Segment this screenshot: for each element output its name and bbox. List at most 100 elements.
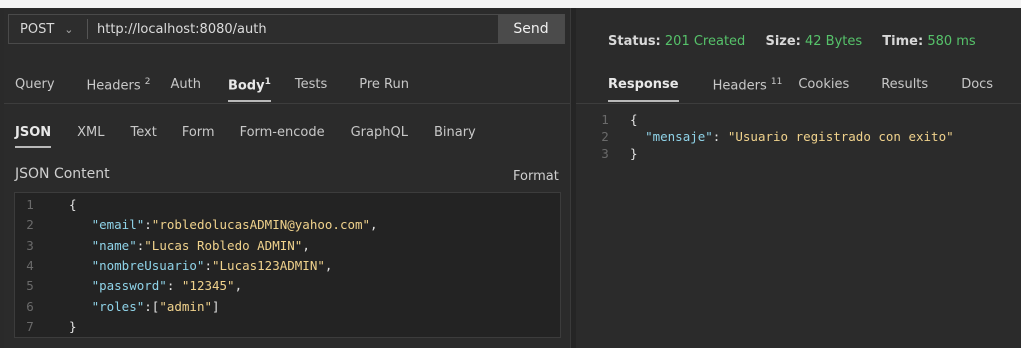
body-type-graphql[interactable]: GraphQL bbox=[351, 125, 408, 140]
json-punctuation: :[ bbox=[144, 298, 160, 314]
send-button[interactable]: Send bbox=[498, 14, 564, 44]
tab-label: Tests bbox=[294, 77, 328, 92]
code-line: 5 "password": "12345", bbox=[15, 276, 560, 296]
json-key: "password" bbox=[91, 278, 167, 294]
tab-label: Pre Run bbox=[359, 77, 409, 92]
json-punctuation: : bbox=[166, 278, 182, 294]
window-top-edge bbox=[0, 0, 1021, 8]
body-type-form-encode[interactable]: Form-encode bbox=[240, 125, 325, 140]
json-key: "roles" bbox=[91, 298, 145, 314]
url-input[interactable] bbox=[95, 15, 499, 45]
tab-docs[interactable]: Docs bbox=[961, 77, 993, 93]
json-punctuation: { bbox=[630, 112, 638, 127]
code-text: "password": "12345", bbox=[69, 276, 243, 296]
status-label: Status: bbox=[608, 34, 661, 49]
tab-tests[interactable]: Tests bbox=[295, 77, 327, 93]
json-value: "Usuario registrado con exito" bbox=[727, 129, 954, 144]
code-text: "nombreUsuario":"Lucas123ADMIN", bbox=[69, 256, 333, 276]
tab-badge: 11 bbox=[770, 77, 783, 87]
size-label: Size: bbox=[765, 34, 801, 49]
tab-results[interactable]: Results bbox=[881, 77, 928, 93]
code-line: 2 "email":"robledolucasADMIN@yahoo.com", bbox=[15, 215, 560, 235]
json-key: "nombreUsuario" bbox=[91, 257, 205, 273]
tab-auth[interactable]: Auth bbox=[171, 77, 201, 93]
code-line: 6 "roles":["admin"] bbox=[15, 297, 560, 317]
body-type-form[interactable]: Form bbox=[182, 125, 215, 140]
tab-label: Response bbox=[608, 77, 679, 92]
tab-label: Cookies bbox=[798, 77, 850, 92]
line-number: 3 bbox=[26, 237, 34, 253]
response-tabs-divider bbox=[576, 103, 1021, 104]
response-body-viewer[interactable]: 1{2 "mensaje": "Usuario registrado con e… bbox=[590, 110, 1010, 170]
tab-pre-run[interactable]: Pre Run bbox=[359, 77, 409, 93]
method-select[interactable]: POST ⌄ bbox=[9, 15, 87, 43]
json-body-editor[interactable]: 1{2 "email":"robledolucasADMIN@yahoo.com… bbox=[14, 192, 561, 338]
code-text: "email":"robledolucasADMIN@yahoo.com", bbox=[69, 215, 378, 235]
time-label: Time: bbox=[882, 34, 924, 49]
code-line: 3} bbox=[590, 144, 1010, 164]
format-button[interactable]: Format bbox=[513, 169, 559, 184]
json-value: "robledolucasADMIN@yahoo.com" bbox=[151, 217, 371, 233]
tab-query[interactable]: Query bbox=[15, 77, 55, 93]
chevron-down-icon: ⌄ bbox=[64, 22, 74, 36]
code-text: } bbox=[630, 144, 638, 164]
json-punctuation: ] bbox=[212, 298, 220, 314]
body-type-json[interactable]: JSON bbox=[15, 125, 52, 148]
code-line: 7} bbox=[15, 317, 560, 337]
line-number: 5 bbox=[26, 278, 34, 294]
response-tabs: Response Headers 11 Cookies Results Docs bbox=[608, 77, 993, 103]
code-line: 4 "nombreUsuario":"Lucas123ADMIN", bbox=[15, 256, 560, 276]
code-line: 1{ bbox=[15, 195, 560, 215]
tabs-divider bbox=[4, 103, 570, 104]
body-type-binary[interactable]: Binary bbox=[434, 125, 476, 140]
json-key: "name" bbox=[91, 237, 137, 253]
request-tabs: Query Headers 2 Auth Body1 Tests Pre Run bbox=[15, 77, 409, 103]
json-punctuation: } bbox=[630, 146, 638, 161]
json-punctuation: , bbox=[302, 237, 310, 253]
json-value: "Lucas123ADMIN" bbox=[212, 257, 325, 273]
json-key: "email" bbox=[91, 217, 145, 233]
code-text: "name":"Lucas Robledo ADMIN", bbox=[69, 236, 310, 256]
status-value: 201 Created bbox=[664, 34, 746, 49]
json-value: "12345" bbox=[181, 278, 235, 294]
url-bar: POST ⌄ Send bbox=[8, 14, 565, 45]
json-value: "admin" bbox=[159, 298, 213, 314]
tab-body[interactable]: Body1 bbox=[227, 77, 271, 103]
json-punctuation: : bbox=[712, 129, 728, 144]
code-text: "roles":["admin"] bbox=[69, 297, 220, 317]
tab-label: Headers bbox=[712, 78, 767, 94]
tab-label: Results bbox=[881, 77, 929, 92]
tab-headers[interactable]: Headers 2 bbox=[87, 77, 151, 93]
body-type-tabs: JSON XML Text Form Form-encode GraphQL B… bbox=[15, 125, 476, 148]
tab-response-headers[interactable]: Headers 11 bbox=[713, 77, 783, 93]
response-status-bar: Status: 201 Created Size: 42 Bytes Time:… bbox=[608, 34, 992, 49]
time-value: 580 ms bbox=[927, 34, 976, 49]
json-punctuation: } bbox=[69, 318, 77, 334]
json-punctuation: , bbox=[324, 257, 333, 273]
line-number: 4 bbox=[26, 257, 34, 273]
tab-label: Auth bbox=[170, 77, 201, 92]
tab-label: Body bbox=[227, 78, 265, 94]
code-text: } bbox=[69, 317, 77, 337]
json-punctuation: : bbox=[204, 257, 212, 273]
body-type-text[interactable]: Text bbox=[131, 125, 157, 140]
size-value: 42 Bytes bbox=[805, 34, 863, 49]
json-content-label: JSON Content bbox=[15, 166, 110, 182]
tab-label: Headers bbox=[86, 78, 141, 94]
tab-response[interactable]: Response bbox=[608, 77, 679, 103]
tab-label: Query bbox=[15, 77, 55, 92]
json-punctuation: , bbox=[370, 217, 378, 233]
tab-badge: 2 bbox=[144, 77, 151, 87]
code-text: { bbox=[69, 195, 77, 215]
method-label: POST bbox=[20, 21, 55, 37]
line-number: 3 bbox=[601, 146, 609, 161]
code-line: 3 "name":"Lucas Robledo ADMIN", bbox=[15, 236, 560, 256]
body-type-xml[interactable]: XML bbox=[77, 125, 104, 140]
json-punctuation: : bbox=[144, 217, 152, 233]
response-panel bbox=[576, 8, 1021, 348]
line-number: 7 bbox=[26, 318, 34, 334]
tab-label: Docs bbox=[961, 77, 994, 92]
line-number: 1 bbox=[26, 197, 34, 212]
tab-cookies[interactable]: Cookies bbox=[798, 77, 849, 93]
json-punctuation: , bbox=[234, 278, 243, 294]
